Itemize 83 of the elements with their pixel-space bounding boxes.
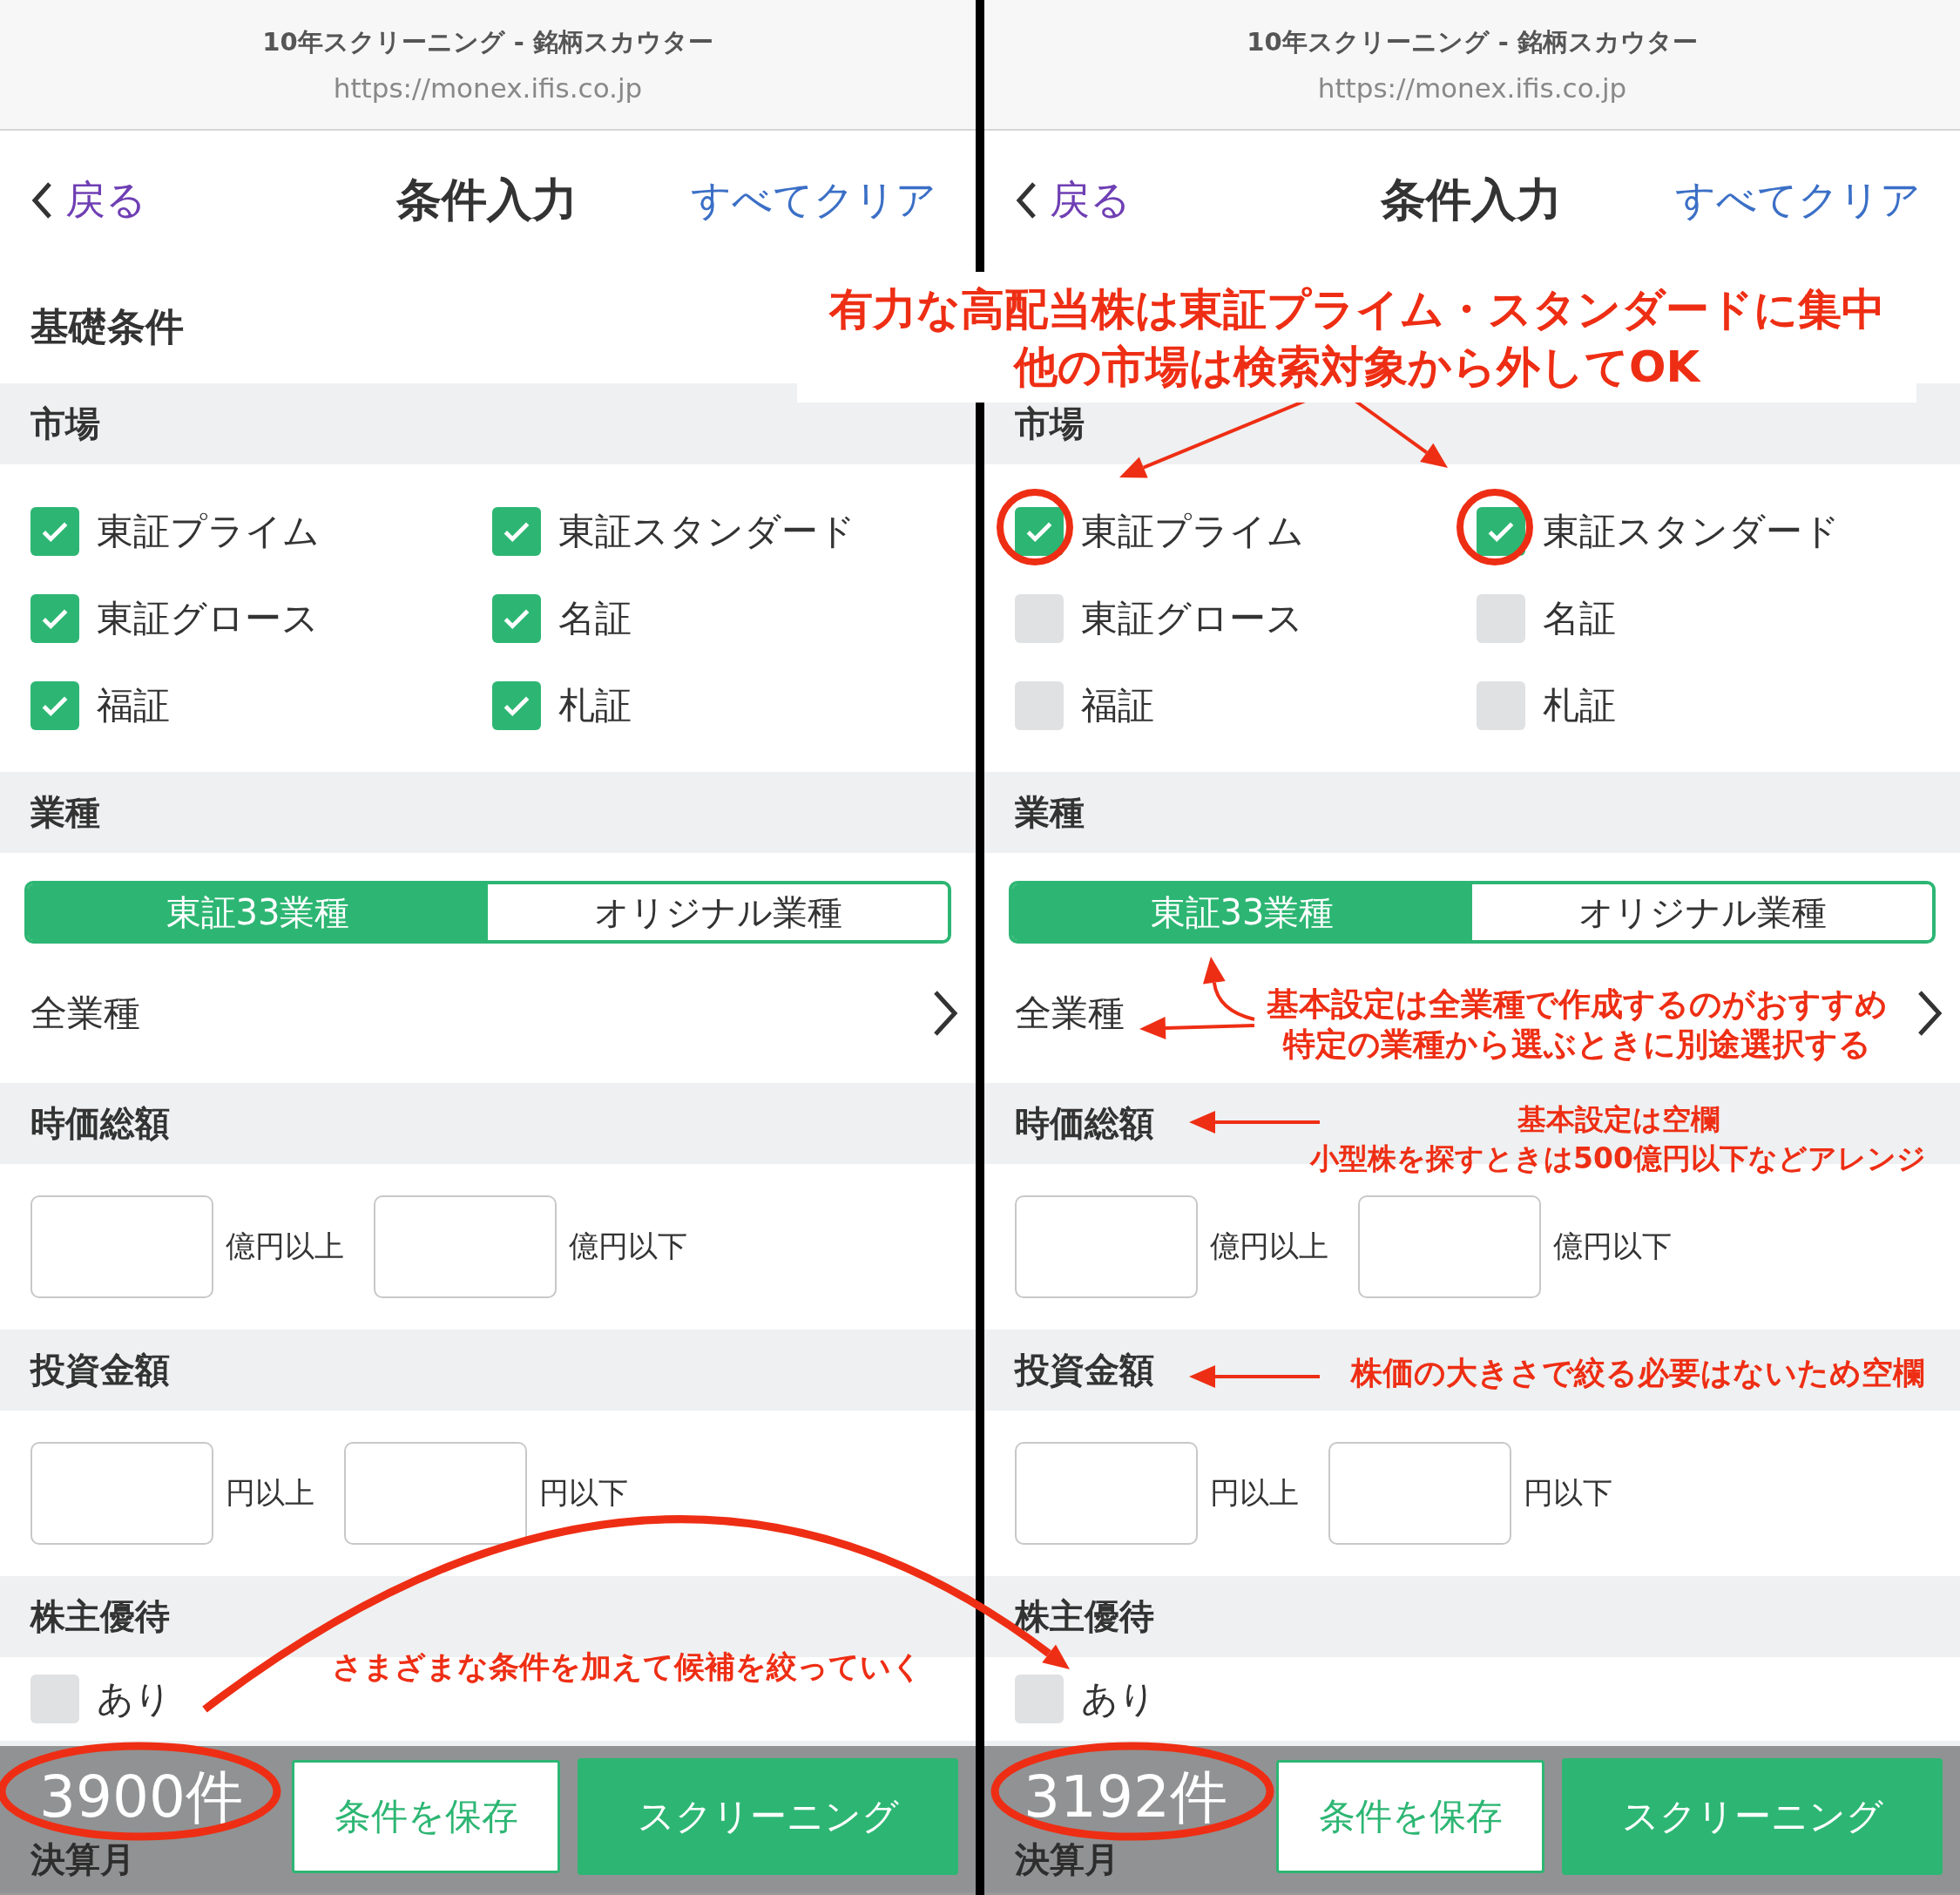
back-link[interactable]: 戻る — [30, 173, 146, 227]
option-label: 名証 — [558, 595, 632, 641]
section-header: 市場 — [0, 383, 976, 464]
unit-label: 円以上 — [1210, 1474, 1299, 1512]
option-label: 東証スタンダード — [558, 508, 855, 554]
segment-tab[interactable]: 東証33業種 — [1012, 884, 1472, 940]
screen-title: 条件入力 — [396, 173, 578, 227]
result-count: 3900件 — [39, 1763, 243, 1831]
input-field[interactable] — [30, 1195, 213, 1298]
unit-label: 円以上 — [226, 1474, 314, 1512]
chevron-icon[interactable] — [932, 989, 958, 1038]
screen-title: 条件入力 — [1381, 173, 1563, 227]
unit-label: 億円以下 — [1553, 1228, 1672, 1265]
unit-label: 円以下 — [1524, 1474, 1612, 1512]
unit-label: 億円以上 — [226, 1228, 344, 1265]
annotation-text: 株価の大きさで絞る必要はないため空欄 — [1351, 1354, 1924, 1392]
checkbox[interactable] — [1015, 1675, 1064, 1723]
checkbox[interactable] — [492, 593, 541, 643]
page-title: 10年スクリーニング - 銘柄スカウター — [262, 26, 713, 58]
checkbox[interactable] — [1477, 680, 1525, 730]
annotation-text: 基本設定は全業種で作成するのがおすすめ — [1266, 985, 1888, 1025]
url-text: https://monex.ifis.co.jp — [333, 72, 643, 104]
section-header: 業種 — [984, 772, 1960, 853]
checkbox[interactable] — [1477, 506, 1525, 556]
option-label: 札証 — [558, 682, 632, 728]
option-label: 名証 — [1543, 595, 1616, 641]
section-header: 時価総額 — [0, 1083, 976, 1164]
back-link[interactable]: 戻る — [1015, 173, 1131, 227]
annotation-text: 有力な高配当株は東証プライム・スタンダードに集中 — [828, 283, 1885, 336]
section-header: 投資金額 — [0, 1330, 976, 1411]
checkbox[interactable] — [1015, 593, 1064, 643]
input-field[interactable] — [344, 1442, 527, 1545]
option-label: 福証 — [97, 682, 170, 728]
clear-link[interactable]: すべてクリア — [1675, 173, 1930, 227]
checkbox[interactable] — [1015, 680, 1064, 730]
save-button[interactable]: 条件を保存 — [1276, 1759, 1544, 1873]
option-label: 東証スタンダード — [1543, 508, 1840, 554]
annotation-text: 基本設定は空欄 — [1517, 1101, 1720, 1138]
screening-button[interactable]: スクリーニング — [578, 1757, 958, 1875]
annotation-text: 小型株を探すときは500億円以下などアレンジ — [1310, 1140, 1926, 1177]
input-field[interactable] — [30, 1442, 213, 1545]
segment-tab[interactable]: 東証33業種 — [28, 884, 488, 940]
clear-link[interactable]: すべてクリア — [691, 173, 945, 227]
unit-label: 億円以上 — [1210, 1228, 1328, 1265]
option-label: 福証 — [1081, 682, 1154, 728]
option-label: 東証プライム — [97, 508, 320, 554]
section-title: 決算月 — [1015, 1838, 1119, 1881]
option-label: 東証グロース — [1081, 595, 1303, 641]
section-title: 決算月 — [30, 1838, 135, 1881]
page-title: 10年スクリーニング - 銘柄スカウター — [1247, 26, 1698, 58]
result-count: 3192件 — [1024, 1763, 1227, 1831]
url-text: https://monex.ifis.co.jp — [1317, 72, 1627, 104]
option-label: 札証 — [1543, 682, 1616, 728]
screening-button[interactable]: スクリーニング — [1562, 1757, 1943, 1875]
back-icon — [1015, 180, 1037, 220]
input-field[interactable] — [1015, 1442, 1198, 1545]
checkbox[interactable] — [30, 593, 79, 643]
checkbox[interactable] — [492, 506, 541, 556]
section-header: 業種 — [0, 772, 976, 853]
industry-picker[interactable]: 全業種 — [1015, 989, 1125, 1038]
option-label: あり — [1081, 1676, 1156, 1722]
checkbox[interactable] — [30, 680, 79, 730]
input-field[interactable] — [1358, 1195, 1541, 1298]
input-field[interactable] — [374, 1195, 557, 1298]
section-header: 株主優待 — [984, 1576, 1960, 1657]
checkbox[interactable] — [492, 680, 541, 730]
section-title: 基礎条件 — [30, 302, 184, 350]
input-field[interactable] — [1015, 1195, 1198, 1298]
back-icon — [30, 180, 53, 220]
chevron-icon[interactable] — [1916, 989, 1943, 1038]
option-label: 東証プライム — [1081, 508, 1304, 554]
annotation-text: 特定の業種から選ぶときに別途選択する — [1282, 1025, 1871, 1065]
option-label: 東証グロース — [97, 595, 319, 641]
checkbox[interactable] — [1015, 506, 1064, 556]
unit-label: 億円以下 — [569, 1228, 687, 1265]
industry-picker[interactable]: 全業種 — [30, 989, 140, 1038]
input-field[interactable] — [1328, 1442, 1511, 1545]
checkbox[interactable] — [30, 1675, 79, 1723]
checkbox[interactable] — [1477, 593, 1525, 643]
option-label: あり — [97, 1676, 172, 1722]
checkbox[interactable] — [30, 506, 79, 556]
unit-label: 円以下 — [539, 1474, 628, 1512]
save-button[interactable]: 条件を保存 — [292, 1759, 560, 1873]
